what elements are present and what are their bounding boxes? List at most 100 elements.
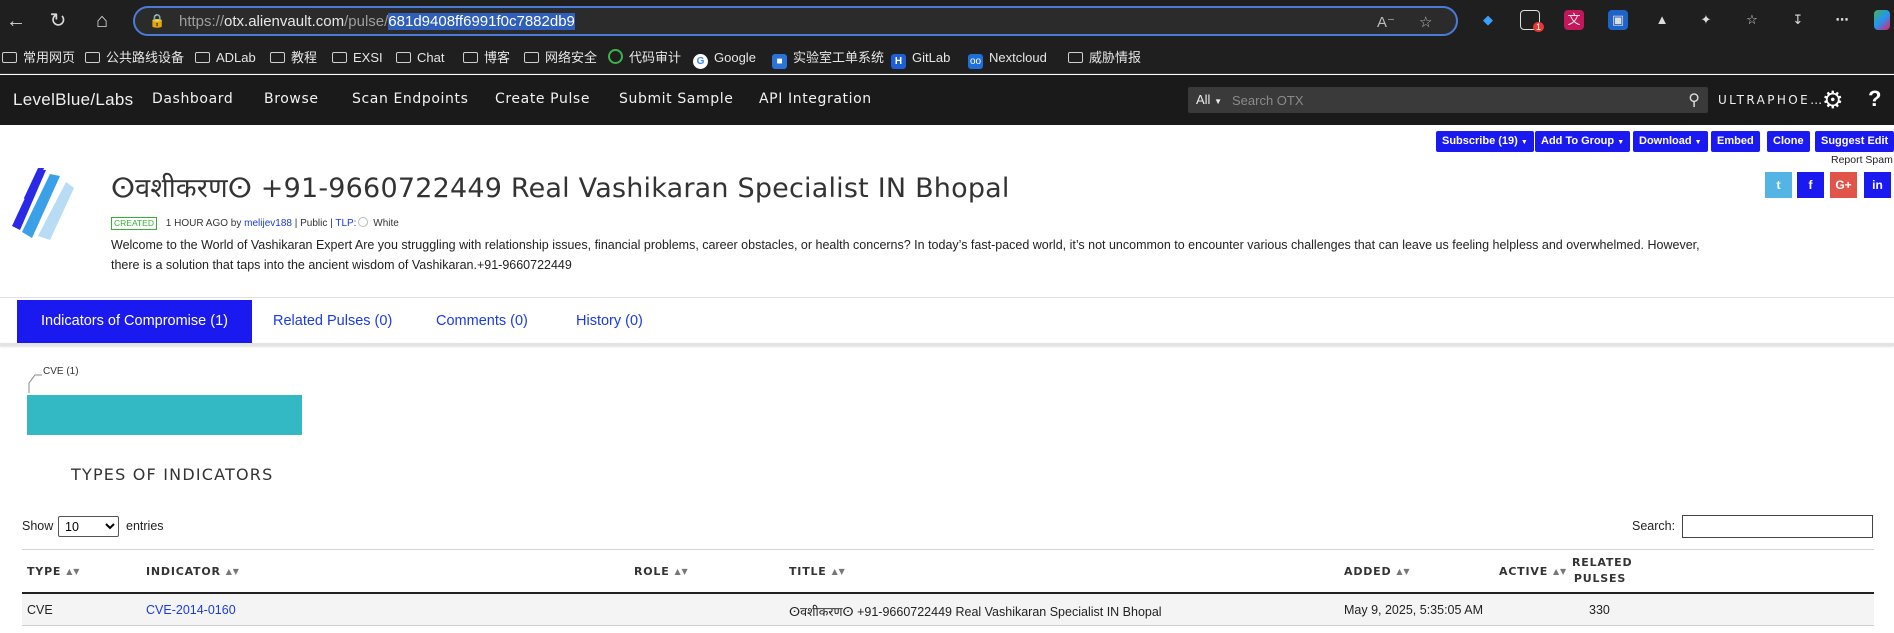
subscribe-button[interactable]: Subscribe (19) ▼ — [1436, 131, 1534, 152]
ticket-system-icon: ■ — [772, 54, 787, 69]
created-time: 1 HOUR AGO by — [165, 218, 242, 229]
caret-down-icon: ▼ — [1520, 139, 1528, 146]
bookmark-folder[interactable]: ADLab — [195, 49, 256, 67]
nextcloud-icon: oo — [968, 54, 983, 69]
created-badge: CREATED — [111, 217, 157, 230]
back-arrow-icon[interactable]: ← — [4, 9, 28, 33]
add-to-group-button[interactable]: Add To Group ▼ — [1535, 131, 1631, 152]
column-header-active[interactable]: ACTIVE ▲▼ — [1499, 565, 1567, 578]
favorite-star-icon[interactable]: ☆ — [1419, 13, 1432, 31]
bookmark-label: 教程 — [291, 50, 318, 65]
subscribe-label: Subscribe (19) — [1442, 135, 1518, 147]
tlp-white-icon — [358, 217, 369, 227]
tab-history[interactable]: History (0) — [576, 300, 643, 343]
gem-extension-icon[interactable]: ◆ — [1478, 10, 1498, 30]
bookmark-folder[interactable]: 常用网页 — [2, 49, 75, 67]
translate-extension-icon[interactable]: 文 — [1564, 10, 1584, 30]
sort-icon: ▲▼ — [831, 567, 846, 576]
folder-icon — [195, 52, 210, 63]
linkedin-share-icon[interactable]: in — [1864, 172, 1891, 198]
folder-icon — [85, 52, 100, 63]
more-menu-icon[interactable]: ⋯ — [1832, 10, 1852, 30]
gear-icon[interactable]: ⚙ — [1822, 86, 1844, 115]
column-header-type[interactable]: TYPE ▲▼ — [27, 565, 80, 578]
report-spam-link[interactable]: Report Spam — [1831, 154, 1893, 166]
help-icon[interactable]: ? — [1868, 86, 1881, 112]
bookmark-link[interactable]: H GitLab — [891, 49, 950, 69]
otx-search-input[interactable] — [1232, 90, 1652, 110]
search-scope-dropdown[interactable]: All ▼ — [1196, 92, 1222, 107]
download-button[interactable]: Download ▼ — [1633, 131, 1708, 152]
bookmark-link[interactable]: 代码审计 — [608, 49, 681, 67]
search-scope-label: All — [1196, 92, 1211, 107]
chart-label-leader-line — [28, 374, 42, 393]
nav-submit-sample[interactable]: Submit Sample — [619, 91, 733, 107]
read-aloud-icon[interactable]: A⁻ — [1377, 13, 1395, 31]
tab-related-pulses[interactable]: Related Pulses (0) — [273, 300, 392, 343]
column-header-title[interactable]: TITLE ▲▼ — [789, 565, 846, 578]
pulse-logo-icon — [12, 168, 74, 240]
nav-scan-endpoints[interactable]: Scan Endpoints — [352, 91, 469, 107]
twitter-share-icon[interactable]: t — [1765, 172, 1792, 198]
bookmark-link[interactable]: G Google — [693, 49, 756, 69]
favorites-list-icon[interactable]: ☆ — [1742, 10, 1762, 30]
nav-browse[interactable]: Browse — [264, 91, 319, 107]
bookmark-label: 公共路线设备 — [106, 50, 185, 65]
clone-button[interactable]: Clone — [1767, 131, 1810, 152]
cell-related-pulses: 330 — [1589, 603, 1610, 617]
bookmark-folder[interactable]: 网络安全 — [524, 49, 597, 67]
pulse-meta: CREATED 1 HOUR AGO by melijev188 | Publi… — [111, 217, 399, 230]
nav-dashboard[interactable]: Dashboard — [152, 91, 233, 107]
url-scheme: https:// — [179, 13, 225, 30]
table-search-input[interactable] — [1682, 515, 1873, 538]
bookmark-folder[interactable]: 教程 — [270, 49, 317, 67]
embed-button[interactable]: Embed — [1711, 131, 1760, 152]
bookmark-folder[interactable]: EXSI — [332, 49, 383, 67]
bookmark-link[interactable]: oo Nextcloud — [968, 49, 1047, 69]
copilot-icon[interactable] — [1874, 10, 1890, 30]
cell-indicator-link[interactable]: CVE-2014-0160 — [146, 603, 236, 617]
nav-api-integration[interactable]: API Integration — [759, 91, 872, 107]
add-to-group-label: Add To Group — [1541, 135, 1615, 147]
bookmark-folder[interactable]: 公共路线设备 — [85, 49, 184, 67]
lock-icon: 🔒 — [149, 13, 166, 28]
bookmark-folder[interactable]: 威胁情报 — [1068, 49, 1141, 67]
facebook-share-icon[interactable]: f — [1797, 172, 1824, 198]
column-header-added[interactable]: ADDED ▲▼ — [1344, 565, 1410, 578]
bookmark-folder[interactable]: 博客 — [463, 49, 510, 67]
triangle-extension-icon[interactable]: ▲ — [1652, 10, 1672, 30]
show-label: Show — [22, 519, 54, 533]
reload-icon[interactable]: ↻ — [46, 9, 70, 33]
search-icon[interactable]: ⚲ — [1688, 90, 1700, 110]
sort-icon: ▲▼ — [674, 567, 689, 576]
tab-comments[interactable]: Comments (0) — [436, 300, 528, 343]
folder-icon — [2, 52, 17, 63]
folder-icon — [396, 52, 411, 63]
bookmark-label: ADLab — [216, 50, 256, 65]
screenshot-extension-icon[interactable]: ▣ — [1608, 10, 1628, 30]
google-plus-share-icon[interactable]: G+ — [1830, 172, 1857, 198]
sort-icon: ▲▼ — [66, 567, 81, 576]
bookmark-folder[interactable]: Chat — [396, 49, 444, 67]
suggest-edit-button[interactable]: Suggest Edit — [1815, 131, 1894, 152]
url-text[interactable]: https://otx.alienvault.com/pulse/681d940… — [179, 13, 575, 30]
chart-bar[interactable] — [27, 395, 302, 435]
address-bar[interactable]: 🔒 https://otx.alienvault.com/pulse/681d9… — [133, 6, 1458, 36]
code-audit-icon — [608, 49, 623, 64]
column-header-indicator[interactable]: INDICATOR ▲▼ — [146, 565, 240, 578]
author-link[interactable]: melijev188 — [244, 218, 292, 229]
home-icon[interactable]: ⌂ — [90, 9, 114, 33]
tab-indicators[interactable]: Indicators of Compromise (1) — [17, 300, 252, 343]
nav-create-pulse[interactable]: Create Pulse — [495, 91, 590, 107]
gitlab-icon: H — [891, 54, 906, 69]
entries-per-page-select[interactable]: 10 — [58, 516, 119, 537]
downloads-icon[interactable]: ↧ — [1788, 10, 1808, 30]
bookmark-label: Google — [714, 50, 756, 65]
column-header-role[interactable]: ROLE ▲▼ — [634, 565, 688, 578]
tlp-label: TLP: — [335, 218, 357, 229]
site-logo[interactable]: LevelBlue/Labs — [13, 90, 133, 110]
puzzle-extensions-icon[interactable]: ✦ — [1696, 10, 1716, 30]
column-header-related-pulses[interactable]: RELATED PULSES — [1572, 555, 1632, 587]
user-menu[interactable]: ULTRAPHOE… — [1718, 93, 1825, 107]
bookmark-link[interactable]: ■ 实验室工单系统 — [772, 49, 884, 69]
